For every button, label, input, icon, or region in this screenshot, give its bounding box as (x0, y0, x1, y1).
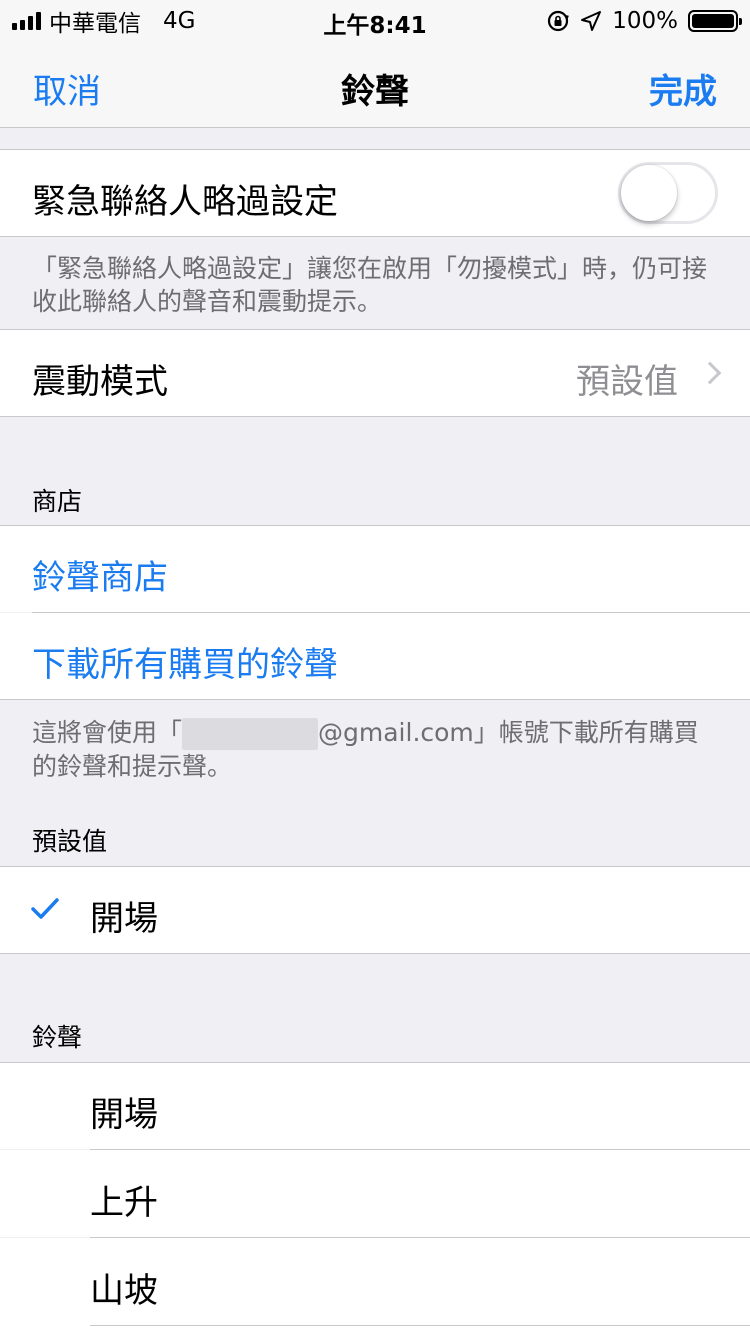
battery-percent: 100% (612, 8, 678, 34)
store-section-header: 商店 (32, 487, 83, 516)
battery-icon (688, 10, 742, 32)
checkmark-icon (31, 898, 59, 919)
ringtone-label: 山坡 (90, 1271, 158, 1311)
rotation-lock-icon (548, 10, 570, 32)
navigation-bar: 取消 鈴聲 完成 (0, 40, 750, 128)
location-arrow-icon (581, 11, 602, 31)
divider (0, 329, 750, 330)
ringtone-label: 開場 (90, 1095, 158, 1135)
done-button[interactable]: 完成 (649, 64, 717, 113)
emergency-bypass-toggle[interactable] (618, 162, 718, 224)
divider (0, 953, 750, 954)
divider (0, 416, 750, 417)
redacted-email (182, 718, 319, 750)
ringtone-store-row[interactable]: 鈴聲商店 (0, 526, 750, 612)
ringtones-section-header: 鈴聲 (32, 1023, 83, 1052)
divider (90, 1325, 750, 1326)
page-title: 鈴聲 (341, 72, 409, 112)
vibration-label: 震動模式 (32, 362, 168, 402)
default-ringtone-label: 開場 (90, 899, 158, 939)
default-section-header: 預設值 (32, 827, 108, 856)
ringtone-label: 上升 (90, 1183, 158, 1223)
divider (0, 236, 750, 237)
default-ringtone-row[interactable]: 開場 (0, 867, 750, 953)
chevron-right-icon (698, 361, 722, 385)
toggle-knob (621, 165, 677, 221)
emergency-bypass-label: 緊急聯絡人略過設定 (32, 182, 338, 222)
download-purchased-row[interactable]: 下載所有購買的鈴聲 (0, 613, 750, 699)
ringtone-row[interactable]: 上升 (0, 1150, 750, 1237)
divider (0, 699, 750, 700)
download-purchased-link[interactable]: 下載所有購買的鈴聲 (32, 637, 338, 686)
status-bar: 中華電信 4G 上午8:41 100% (0, 0, 750, 40)
emergency-bypass-row: 緊急聯絡人略過設定 (0, 150, 750, 236)
store-footnote: 這將會使用「 @gmail.com」帳號下載所有購買的鈴聲和提示聲。 (32, 716, 722, 783)
ringtone-row[interactable]: 山坡 (0, 1238, 750, 1334)
vibration-value: 預設值 (576, 362, 678, 402)
ringtone-row[interactable]: 開場 (0, 1063, 750, 1149)
emergency-bypass-footnote: 「緊急聯絡人略過設定」讓您在啟用「勿擾模式」時，仍可接收此聯絡人的聲音和震動提示… (32, 254, 708, 316)
vibration-row[interactable]: 震動模式 預設值 (0, 330, 750, 416)
divider (0, 149, 750, 150)
store-footnote-start: 這將會使用「 (32, 718, 183, 747)
ringtone-store-link[interactable]: 鈴聲商店 (32, 550, 168, 599)
